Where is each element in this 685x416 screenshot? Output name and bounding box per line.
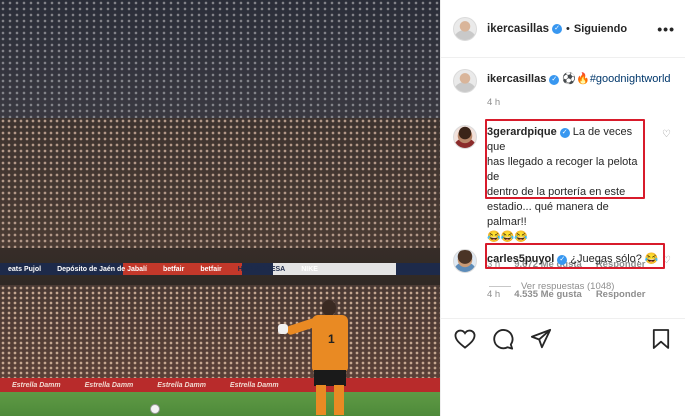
- comment-time[interactable]: 4 h: [487, 289, 500, 300]
- ad-text: HORMIPRESA: [237, 265, 286, 273]
- share-icon[interactable]: [529, 327, 553, 351]
- hashtag-link[interactable]: #goodnightworld: [590, 73, 671, 85]
- stadium-upper-tier: [0, 0, 440, 120]
- caption-emoji: ⚽🔥: [562, 73, 590, 85]
- replies-divider: [489, 286, 511, 287]
- author-avatar[interactable]: [453, 16, 477, 41]
- post-header: ikercasillas ✓ • Siguiendo •••: [441, 0, 685, 58]
- commenter-username[interactable]: carles5puyol: [487, 253, 554, 265]
- ad-text: Depósito de Jaén de Jabalí: [57, 265, 147, 273]
- comment-text: 3gerardpique ✓ La de veces que has llegad…: [487, 125, 647, 245]
- keeper-leg: [316, 385, 326, 415]
- comment-row: 3gerardpique ✓ La de veces que has llegad…: [453, 125, 675, 245]
- comments-section: ikercasillas ✓ ⚽🔥#goodnightworld 4 h 3ger…: [441, 59, 685, 314]
- caption-meta: 4 h: [487, 97, 500, 108]
- stadium-lower-tier: [0, 285, 440, 380]
- post-photo[interactable]: eats Pujol Depósito de Jaén de Jabalí be…: [0, 0, 440, 416]
- commenter-avatar[interactable]: [453, 125, 477, 149]
- caption-text: ikercasillas ✓ ⚽🔥#goodnightworld: [487, 69, 671, 93]
- verified-badge-icon: ✓: [549, 75, 560, 85]
- ad-text: Estrella Damm: [84, 381, 134, 389]
- advertising-boards-pitchside: Estrella Damm Estrella Damm Estrella Dam…: [0, 378, 440, 392]
- bookmark-icon[interactable]: [649, 327, 673, 351]
- following-button[interactable]: Siguiendo: [574, 23, 627, 35]
- comment-line: dentro de la portería en este: [487, 186, 626, 198]
- comment-row: carles5puyol ✓ ¿Juegas sólo? 😂: [453, 249, 675, 273]
- comment-body: ¿Juegas sólo? 😂: [570, 253, 659, 265]
- keeper-leg: [334, 385, 344, 415]
- more-options-icon[interactable]: •••: [657, 21, 675, 37]
- comment-icon[interactable]: [491, 327, 515, 351]
- caption-time[interactable]: 4 h: [487, 97, 500, 108]
- football: [150, 404, 160, 414]
- separator-dot: •: [566, 22, 570, 35]
- stadium-middle-tier: [0, 118, 440, 248]
- ad-text: betfair: [200, 265, 222, 273]
- comment-line: estadio... qué manera de palmar!!: [487, 201, 609, 228]
- keeper-head: [322, 300, 336, 316]
- verified-badge-icon: ✓: [552, 23, 563, 34]
- author-avatar[interactable]: [453, 69, 477, 93]
- comment-text: carles5puyol ✓ ¿Juegas sólo? 😂: [487, 249, 659, 273]
- ad-text: betfair: [162, 265, 185, 273]
- comment-meta: 4 h 4.535 Me gusta Responder: [487, 289, 645, 300]
- reply-button[interactable]: Responder: [596, 289, 646, 300]
- goalkeeper-figure: 1: [278, 300, 360, 416]
- action-bar: [441, 318, 685, 358]
- caption-row: ikercasillas ✓ ⚽🔥#goodnightworld: [453, 69, 675, 93]
- comment-line: has llegado a recoger la pelota de: [487, 156, 638, 183]
- ad-text: Estrella Damm: [12, 381, 61, 389]
- instagram-post: eats Pujol Depósito de Jaén de Jabalí be…: [0, 0, 685, 416]
- caption-username[interactable]: ikercasillas: [487, 73, 546, 85]
- ad-text: NIKE: [301, 265, 318, 273]
- comment-likes[interactable]: 4.535 Me gusta: [514, 289, 582, 300]
- verified-badge-icon: ✓: [557, 255, 568, 265]
- comment-line: 😂😂😂: [487, 231, 529, 243]
- keeper-shorts: [314, 370, 346, 386]
- keeper-glove: [278, 324, 288, 334]
- post-sidebar: ikercasillas ✓ • Siguiendo ••• ikercasil…: [440, 0, 685, 416]
- ad-text: Estrella Damm: [229, 381, 279, 389]
- commenter-avatar[interactable]: [453, 249, 477, 273]
- heart-icon[interactable]: [453, 327, 477, 351]
- jersey-number: 1: [328, 332, 335, 346]
- ad-text: eats Pujol: [8, 265, 42, 273]
- comment-like-heart-icon[interactable]: ♡: [662, 255, 671, 266]
- comment-like-heart-icon[interactable]: ♡: [662, 129, 671, 140]
- author-username[interactable]: ikercasillas: [487, 23, 549, 35]
- verified-badge-icon: ✓: [559, 128, 570, 138]
- ad-text: Estrella Damm: [157, 381, 206, 389]
- advertising-boards-upper: eats Pujol Depósito de Jaén de Jabalí be…: [0, 263, 440, 275]
- commenter-username[interactable]: 3gerardpique: [487, 126, 557, 138]
- pitch: [0, 392, 440, 416]
